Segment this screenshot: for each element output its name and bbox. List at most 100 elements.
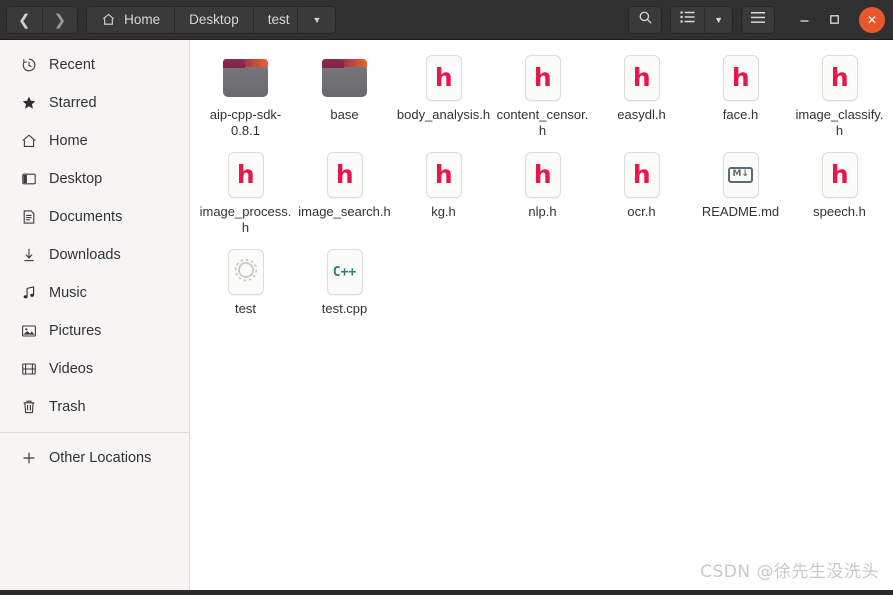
file-label: easydl.h: [617, 107, 666, 122]
list-view-icon: [680, 10, 695, 29]
file-item[interactable]: h ocr.h: [592, 145, 691, 240]
header-file-icon: h: [816, 151, 864, 199]
header-file-icon: h: [519, 151, 567, 199]
sidebar-item-downloads[interactable]: Downloads: [6, 236, 183, 274]
breadcrumb-item-desktop[interactable]: Desktop: [174, 6, 253, 33]
header-file-icon: h: [717, 54, 765, 102]
sidebar-item-recent[interactable]: Recent: [6, 46, 183, 84]
sidebar-item-starred[interactable]: Starred: [6, 84, 183, 122]
file-label: kg.h: [431, 204, 456, 219]
file-item[interactable]: h nlp.h: [493, 145, 592, 240]
sidebar-item-home[interactable]: Home: [6, 122, 183, 160]
minimize-button[interactable]: [789, 5, 819, 35]
header-file-icon: h: [321, 151, 369, 199]
executable-file-icon: [222, 248, 270, 296]
sidebar-label-music: Music: [49, 285, 87, 301]
navigation-button-group: ❮ ❯: [6, 5, 79, 34]
folder-icon: [321, 54, 369, 102]
file-item[interactable]: test: [196, 242, 295, 321]
file-label: ocr.h: [627, 204, 656, 219]
close-icon: ✕: [866, 12, 878, 27]
sidebar-label-trash: Trash: [49, 399, 86, 415]
file-label: image_search.h: [298, 204, 391, 219]
header-bar: ❮ ❯ Home Desktop test ▼ ▼ ✕: [0, 0, 893, 40]
search-button[interactable]: [628, 5, 663, 34]
file-item[interactable]: h image_classify.h: [790, 48, 889, 143]
desktop-icon: [20, 171, 37, 188]
file-item[interactable]: M↓ README.md: [691, 145, 790, 240]
file-label: nlp.h: [528, 204, 557, 219]
download-icon: [20, 247, 37, 264]
file-label: image_process.h: [199, 204, 292, 235]
file-item[interactable]: h body_analysis.h: [394, 48, 493, 143]
sidebar-label-starred: Starred: [49, 95, 97, 111]
header-file-icon: h: [420, 151, 468, 199]
back-button[interactable]: ❮: [7, 6, 42, 33]
cpp-file-icon: C++: [321, 248, 369, 296]
file-label: body_analysis.h: [396, 107, 491, 122]
sidebar-item-trash[interactable]: Trash: [6, 388, 183, 426]
file-label: README.md: [701, 204, 780, 219]
hamburger-menu-button[interactable]: [741, 5, 775, 34]
documents-icon: [20, 209, 37, 226]
file-label: face.h: [722, 107, 759, 122]
sidebar-item-videos[interactable]: Videos: [6, 350, 183, 388]
file-item[interactable]: C++ test.cpp: [295, 242, 394, 321]
breadcrumb-dropdown-caret-icon[interactable]: ▼: [297, 6, 336, 33]
header-file-icon: h: [519, 54, 567, 102]
trash-icon: [20, 399, 37, 416]
file-item[interactable]: h face.h: [691, 48, 790, 143]
file-item[interactable]: aip-cpp-sdk-0.8.1: [196, 48, 295, 143]
breadcrumb-item-test[interactable]: test: [252, 6, 298, 33]
file-manager-window: ❮ ❯ Home Desktop test ▼ ▼ ✕ Recent Starr…: [0, 0, 893, 595]
sidebar-label-downloads: Downloads: [49, 247, 121, 263]
sidebar-item-documents[interactable]: Documents: [6, 198, 183, 236]
sidebar-label-recent: Recent: [49, 57, 95, 73]
file-item[interactable]: h image_process.h: [196, 145, 295, 240]
sidebar-label-pictures: Pictures: [49, 323, 102, 339]
sidebar-divider: [0, 432, 189, 433]
view-options-dropdown[interactable]: ▼: [704, 6, 732, 33]
file-label: base: [330, 107, 359, 122]
file-label: image_classify.h: [795, 107, 884, 138]
file-item[interactable]: h speech.h: [790, 145, 889, 240]
sidebar-item-desktop[interactable]: Desktop: [6, 160, 183, 198]
header-file-icon: h: [618, 54, 666, 102]
window-bottom-edge: [0, 590, 893, 595]
header-file-icon: h: [420, 54, 468, 102]
window-body: Recent Starred Home Desktop Documents Do…: [0, 40, 893, 590]
file-grid-area[interactable]: aip-cpp-sdk-0.8.1 base h body_analysis.h h co…: [190, 40, 893, 590]
watermark: CSDN @徐先生没洗头: [700, 562, 879, 582]
sidebar-item-other-locations[interactable]: Other Locations: [6, 439, 183, 477]
header-file-icon: h: [816, 54, 864, 102]
close-button[interactable]: ✕: [859, 6, 885, 33]
forward-button[interactable]: ❯: [41, 6, 78, 33]
sidebar-label-videos: Videos: [49, 361, 94, 377]
list-view-button[interactable]: [671, 6, 705, 33]
folder-icon: [222, 54, 270, 102]
file-label: content_censor.h: [496, 107, 589, 138]
file-label: aip-cpp-sdk-0.8.1: [209, 107, 282, 138]
header-file-icon: h: [222, 151, 270, 199]
sidebar-item-pictures[interactable]: Pictures: [6, 312, 183, 350]
file-item[interactable]: h content_censor.h: [493, 48, 592, 143]
file-item[interactable]: h kg.h: [394, 145, 493, 240]
breadcrumb-item-home[interactable]: Home: [87, 6, 175, 33]
pictures-icon: [20, 323, 37, 340]
sidebar-label-documents: Documents: [49, 209, 123, 225]
sidebar-label-other-locations: Other Locations: [49, 450, 152, 466]
sidebar-label-home: Home: [49, 133, 88, 149]
file-item[interactable]: h image_search.h: [295, 145, 394, 240]
sidebar-item-music[interactable]: Music: [6, 274, 183, 312]
videos-icon: [20, 361, 37, 378]
file-item[interactable]: h easydl.h: [592, 48, 691, 143]
clock-icon: [20, 57, 37, 74]
hamburger-icon: [750, 11, 766, 29]
markdown-file-icon: M↓: [717, 151, 765, 199]
file-label: test: [235, 301, 256, 316]
maximize-button[interactable]: [819, 5, 849, 35]
home-icon: [101, 12, 116, 27]
sidebar-label-desktop: Desktop: [49, 171, 103, 187]
file-item[interactable]: base: [295, 48, 394, 143]
home-icon: [20, 133, 37, 150]
